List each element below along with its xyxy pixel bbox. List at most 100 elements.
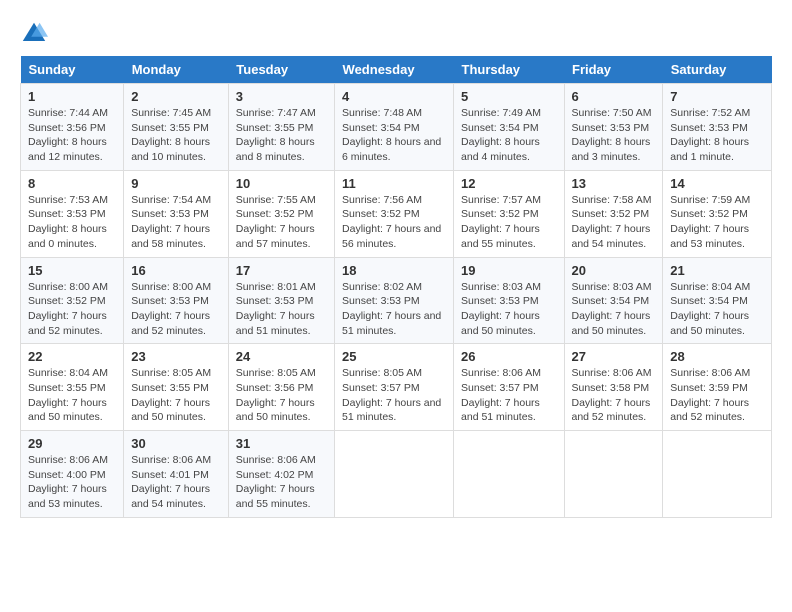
day-detail: Sunrise: 7:44 AMSunset: 3:56 PMDaylight:… (28, 106, 116, 165)
sunrise-text: Sunrise: 8:03 AM (461, 281, 541, 293)
day-detail: Sunrise: 7:47 AMSunset: 3:55 PMDaylight:… (236, 106, 327, 165)
calendar-cell: 11Sunrise: 7:56 AMSunset: 3:52 PMDayligh… (335, 170, 454, 257)
calendar-cell: 22Sunrise: 8:04 AMSunset: 3:55 PMDayligh… (21, 344, 124, 431)
day-number: 2 (131, 89, 221, 104)
sunset-text: Sunset: 3:58 PM (572, 382, 650, 394)
calendar-cell: 2Sunrise: 7:45 AMSunset: 3:55 PMDaylight… (124, 84, 229, 171)
sunset-text: Sunset: 3:56 PM (236, 382, 314, 394)
sunset-text: Sunset: 3:53 PM (236, 295, 314, 307)
day-detail: Sunrise: 7:49 AMSunset: 3:54 PMDaylight:… (461, 106, 556, 165)
day-detail: Sunrise: 8:03 AMSunset: 3:53 PMDaylight:… (461, 280, 556, 339)
sunrise-text: Sunrise: 7:59 AM (670, 194, 750, 206)
day-detail: Sunrise: 8:04 AMSunset: 3:54 PMDaylight:… (670, 280, 764, 339)
day-detail: Sunrise: 7:48 AMSunset: 3:54 PMDaylight:… (342, 106, 446, 165)
day-number: 29 (28, 436, 116, 451)
daylight-text: Daylight: 7 hours and 53 minutes. (670, 223, 749, 250)
day-number: 27 (572, 349, 656, 364)
day-number: 13 (572, 176, 656, 191)
calendar-cell: 30Sunrise: 8:06 AMSunset: 4:01 PMDayligh… (124, 431, 229, 518)
daylight-text: Daylight: 7 hours and 58 minutes. (131, 223, 210, 250)
day-detail: Sunrise: 8:02 AMSunset: 3:53 PMDaylight:… (342, 280, 446, 339)
page-header (20, 20, 772, 48)
sunset-text: Sunset: 3:59 PM (670, 382, 748, 394)
sunset-text: Sunset: 3:54 PM (670, 295, 748, 307)
sunrise-text: Sunrise: 7:52 AM (670, 107, 750, 119)
calendar-cell: 23Sunrise: 8:05 AMSunset: 3:55 PMDayligh… (124, 344, 229, 431)
day-number: 17 (236, 263, 327, 278)
sunset-text: Sunset: 3:53 PM (131, 295, 209, 307)
daylight-text: Daylight: 8 hours and 0 minutes. (28, 223, 107, 250)
calendar-cell: 7 Sunrise: 7:52 AM Sunset: 3:53 PM Daylight… (663, 84, 772, 171)
sunrise-text: Sunrise: 8:05 AM (236, 367, 316, 379)
sunset-text: Sunset: 3:57 PM (342, 382, 420, 394)
sunset-text: Sunset: 4:02 PM (236, 469, 314, 481)
sunset-text: Sunset: 3:57 PM (461, 382, 539, 394)
sunrise-text: Sunrise: 8:06 AM (461, 367, 541, 379)
sunset-text: Sunset: 3:55 PM (236, 122, 314, 134)
sunrise-text: Sunrise: 8:05 AM (342, 367, 422, 379)
daylight-text: Daylight: 7 hours and 51 minutes. (342, 397, 441, 424)
calendar-week-1: 1Sunrise: 7:44 AMSunset: 3:56 PMDaylight… (21, 84, 772, 171)
day-detail: Sunrise: 8:06 AMSunset: 3:58 PMDaylight:… (572, 366, 656, 425)
day-detail: Sunrise: 7:53 AMSunset: 3:53 PMDaylight:… (28, 193, 116, 252)
day-detail: Sunrise: 8:00 AMSunset: 3:52 PMDaylight:… (28, 280, 116, 339)
sunset-text: Sunset: 3:54 PM (342, 122, 420, 134)
day-number: 7 (670, 89, 764, 104)
day-number: 14 (670, 176, 764, 191)
daylight-text: Daylight: 7 hours and 50 minutes. (670, 310, 749, 337)
day-number: 30 (131, 436, 221, 451)
sunrise-text: Sunrise: 7:44 AM (28, 107, 108, 119)
day-number: 3 (236, 89, 327, 104)
sunset-text: Sunset: 3:53 PM (670, 122, 748, 134)
sunset-text: Sunset: 3:52 PM (572, 208, 650, 220)
daylight-text: Daylight: 7 hours and 54 minutes. (572, 223, 651, 250)
sunrise-text: Sunrise: 7:50 AM (572, 107, 652, 119)
sunrise-text: Sunrise: 8:06 AM (572, 367, 652, 379)
daylight-text: Daylight: 7 hours and 57 minutes. (236, 223, 315, 250)
day-detail: Sunrise: 8:03 AM Sunset: 3:54 PM Daylight:… (572, 280, 656, 339)
day-number: 12 (461, 176, 556, 191)
daylight-text: Daylight: 7 hours and 52 minutes. (670, 397, 749, 424)
calendar-cell: 10Sunrise: 7:55 AMSunset: 3:52 PMDayligh… (228, 170, 334, 257)
sunset-text: Sunset: 3:52 PM (461, 208, 539, 220)
calendar-cell: 18 Sunrise: 8:02 AMSunset: 3:53 PMDayligh… (335, 257, 454, 344)
sunset-text: Sunset: 3:55 PM (131, 122, 209, 134)
daylight-text: Daylight: 7 hours and 55 minutes. (236, 483, 315, 510)
sunset-text: Sunset: 4:01 PM (131, 469, 209, 481)
calendar-cell: 26Sunrise: 8:06 AMSunset: 3:57 PMDayligh… (454, 344, 564, 431)
daylight-text: Daylight: 7 hours and 50 minutes. (131, 397, 210, 424)
day-number: 31 (236, 436, 327, 451)
day-number: 5 (461, 89, 556, 104)
sunset-text: Sunset: 3:53 PM (131, 208, 209, 220)
col-header-friday: Friday (564, 56, 663, 84)
day-number: 18 (342, 263, 446, 278)
day-detail: Sunrise: 7:52 AM Sunset: 3:53 PM Daylight:… (670, 106, 764, 165)
sunrise-text: Sunrise: 8:05 AM (131, 367, 211, 379)
sunset-text: Sunset: 3:54 PM (572, 295, 650, 307)
day-detail: Sunrise: 7:58 AMSunset: 3:52 PMDaylight:… (572, 193, 656, 252)
daylight-text: Daylight: 7 hours and 50 minutes. (572, 310, 651, 337)
sunrise-text: Sunrise: 8:06 AM (28, 454, 108, 466)
daylight-text: Daylight: 8 hours and 1 minute. (670, 136, 749, 163)
sunset-text: Sunset: 3:55 PM (131, 382, 209, 394)
calendar-cell: 8 Sunrise: 7:53 AMSunset: 3:53 PMDaylight… (21, 170, 124, 257)
daylight-text: Daylight: 7 hours and 50 minutes. (236, 397, 315, 424)
sunrise-text: Sunrise: 8:00 AM (131, 281, 211, 293)
sunset-text: Sunset: 4:00 PM (28, 469, 106, 481)
calendar-cell (454, 431, 564, 518)
calendar-cell: 1Sunrise: 7:44 AMSunset: 3:56 PMDaylight… (21, 84, 124, 171)
sunrise-text: Sunrise: 8:03 AM (572, 281, 652, 293)
day-detail: Sunrise: 8:06 AMSunset: 3:57 PMDaylight:… (461, 366, 556, 425)
daylight-text: Daylight: 7 hours and 53 minutes. (28, 483, 107, 510)
sunrise-text: Sunrise: 7:54 AM (131, 194, 211, 206)
calendar-cell (564, 431, 663, 518)
sunrise-text: Sunrise: 8:06 AM (236, 454, 316, 466)
daylight-text: Daylight: 7 hours and 52 minutes. (131, 310, 210, 337)
sunset-text: Sunset: 3:52 PM (236, 208, 314, 220)
day-number: 20 (572, 263, 656, 278)
day-number: 8 (28, 176, 116, 191)
calendar-cell: 6Sunrise: 7:50 AMSunset: 3:53 PMDaylight… (564, 84, 663, 171)
logo-icon (20, 20, 48, 48)
sunrise-text: Sunrise: 7:47 AM (236, 107, 316, 119)
col-header-saturday: Saturday (663, 56, 772, 84)
